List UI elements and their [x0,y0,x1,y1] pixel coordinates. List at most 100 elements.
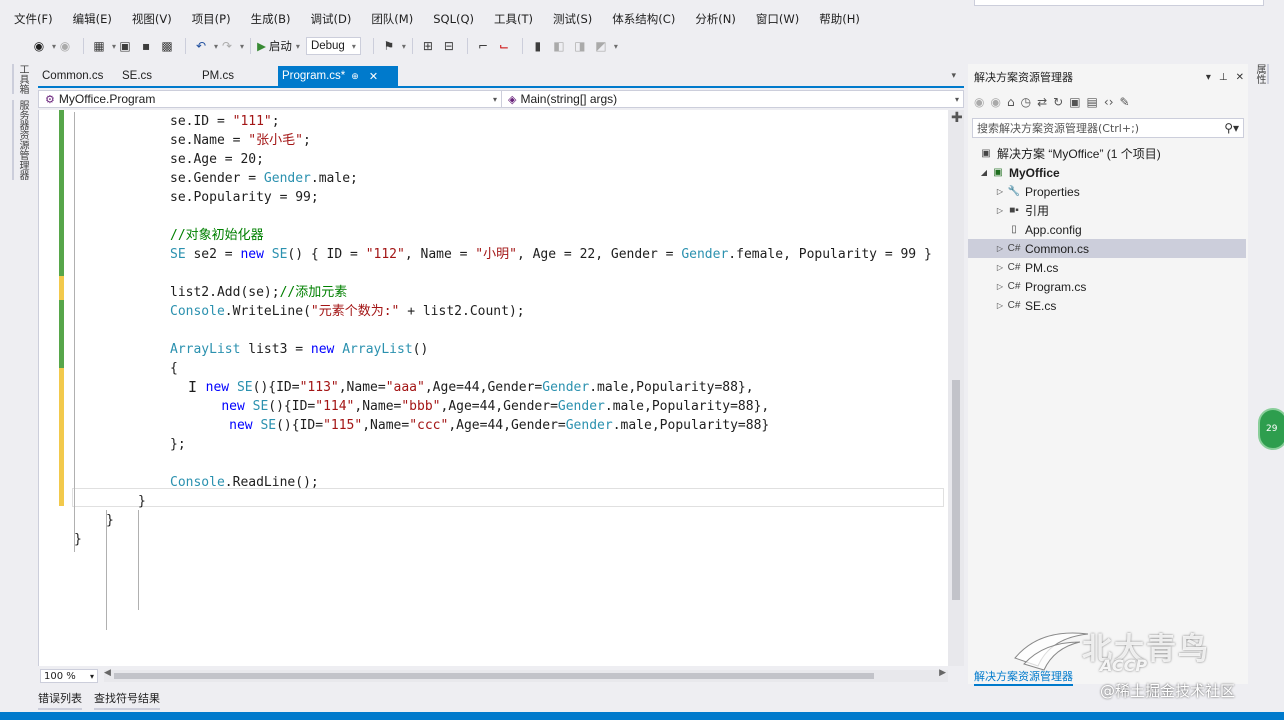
code-area[interactable]: se.ID = "111"; se.Name = "张小毛"; se.Age = 2… [70,110,946,666]
find-dropdown-icon[interactable]: ▾ [402,42,406,51]
next-bookmark-icon[interactable]: ◨ [571,36,589,56]
collapsed-icon[interactable]: ▷ [994,244,1006,253]
expanded-icon[interactable]: ◢ [978,168,990,177]
split-icon[interactable]: ✚ [951,110,963,126]
code-line[interactable]: list2.Add(se);//添加元素 [170,283,347,302]
save-icon[interactable]: ▪ [137,36,155,56]
scrollbar-thumb[interactable] [114,673,874,679]
save-all-icon[interactable]: ▩ [158,36,176,56]
collapsed-icon[interactable]: ▷ [994,187,1006,196]
properties-icon[interactable]: ✎ [1120,95,1130,109]
scrollbar-thumb[interactable] [952,380,960,600]
menu-architecture[interactable]: 体系结构(C) [612,11,675,27]
menu-test[interactable]: 测试(S) [553,11,592,27]
redo-icon[interactable]: ↷ [218,36,236,56]
uncomment-icon[interactable]: ⌙ [495,36,513,56]
comment-icon[interactable]: ⌐ [474,36,492,56]
vertical-scrollbar[interactable]: ✚ [948,110,964,666]
code-line[interactable]: new SE(){ID="115",Name="ccc",Age=44,Gend… [190,416,769,435]
refresh-icon[interactable]: ↻ [1053,95,1063,109]
search-icon[interactable]: ⚲▾ [1224,121,1239,135]
view-code-icon[interactable]: ‹› [1104,95,1114,109]
code-line[interactable]: se.Popularity = 99; [170,188,319,207]
search-input[interactable]: 搜索解决方案资源管理器(Ctrl+;) ⚲▾ [972,118,1244,138]
menu-file[interactable]: 文件(F) [14,11,53,27]
tab-error-list[interactable]: 错误列表 [38,690,82,710]
redo-dropdown-icon[interactable]: ▾ [240,42,244,51]
pending-changes-icon[interactable]: ◷ [1021,95,1031,109]
menu-edit[interactable]: 编辑(E) [73,11,112,27]
code-line[interactable]: { [170,359,178,378]
horizontal-scrollbar[interactable]: ◀ ▶ [104,668,948,682]
code-line[interactable]: } [74,530,82,549]
forward-icon[interactable]: ◉ [56,36,74,56]
menu-sql[interactable]: SQL(Q) [433,12,474,26]
code-line[interactable]: new SE(){ID="114",Name="bbb",Age=44,Gend… [190,397,769,416]
tree-item-project[interactable]: ◢ ▣ MyOffice [968,163,1246,182]
toolbox-tab[interactable]: 工具箱 [12,64,30,94]
scroll-right-icon[interactable]: ▶ [939,668,946,678]
menu-analyze[interactable]: 分析(N) [695,11,736,27]
tree-item-common-cs[interactable]: ▷ C# Common.cs [968,239,1246,258]
server-explorer-tab[interactable]: 服务器资源管理器 [12,100,30,180]
new-project-icon[interactable]: ▦ [90,36,108,56]
code-line[interactable]: Console.WriteLine("元素个数为:" + list2.Count… [170,302,525,321]
sync-icon[interactable]: ⇄ [1037,95,1047,109]
notification-badge[interactable]: 29 [1258,408,1284,450]
prev-bookmark-icon[interactable]: ◧ [550,36,568,56]
pin-icon[interactable]: ⊕ [351,71,359,82]
tree-item-pm-cs[interactable]: ▷ C# PM.cs [968,258,1246,277]
chevron-down-icon[interactable]: ▾ [1206,72,1211,83]
menu-build[interactable]: 生成(B) [251,11,291,27]
menu-help[interactable]: 帮助(H) [819,11,860,27]
class-dropdown[interactable]: ⚙ MyOffice.Program ▾ [39,91,502,107]
collapsed-icon[interactable]: ▷ [994,301,1006,310]
code-line[interactable]: se.Age = 20; [170,150,264,169]
collapsed-icon[interactable]: ▷ [994,282,1006,291]
menu-view[interactable]: 视图(V) [132,11,172,27]
close-icon[interactable]: ✕ [1236,72,1244,83]
tab-find-symbol-results[interactable]: 查找符号结果 [94,690,160,710]
scroll-left-icon[interactable]: ◀ [104,668,111,678]
pin-icon[interactable]: ⊥ [1219,72,1228,83]
code-line[interactable]: } [138,492,146,511]
layout-icon[interactable]: ⊟ [440,36,458,56]
code-line[interactable]: se.ID = "111"; [170,112,280,131]
tab-se-cs[interactable]: SE.cs [118,66,198,86]
tree-item-program-cs[interactable]: ▷ C# Program.cs [968,277,1246,296]
bookmark-icon[interactable]: ▮ [529,36,547,56]
collapsed-icon[interactable]: ▷ [994,263,1006,272]
clear-bookmarks-icon[interactable]: ◩ [592,36,610,56]
start-dropdown-icon[interactable]: ▾ [296,42,300,51]
tab-common-cs[interactable]: Common.cs [38,66,118,86]
tree-item-app-config[interactable]: ▯ App.config [968,220,1246,239]
start-debugging-button[interactable]: ▶ 启动 ▾ [257,38,300,54]
menu-debug[interactable]: 调试(D) [310,11,351,27]
menu-window[interactable]: 窗口(W) [756,11,799,27]
back-icon[interactable]: ◉ [30,36,48,56]
toolbar-overflow-icon[interactable]: ▾ [614,42,618,51]
tree-item-se-cs[interactable]: ▷ C# SE.cs [968,296,1246,315]
find-icon[interactable]: ⚑ [380,36,398,56]
code-line[interactable]: } [106,511,114,530]
forward-icon[interactable]: ◉ [990,95,1000,109]
tree-item-properties[interactable]: ▷ 🔧 Properties [968,182,1246,201]
tab-overflow-icon[interactable]: ▾ [951,71,956,81]
code-line[interactable]: se.Gender = Gender.male; [170,169,358,188]
code-line[interactable]: SE se2 = new SE() { ID = "112", Name = "… [170,245,932,264]
properties-tab[interactable]: 属性 [1252,64,1269,84]
code-line[interactable]: new SE(){ID="113",Name="aaa",Age=44,Gend… [190,378,754,397]
menu-tools[interactable]: 工具(T) [494,11,533,27]
align-icon[interactable]: ⊞ [419,36,437,56]
tab-pm-cs[interactable]: PM.cs [198,66,278,86]
collapse-all-icon[interactable]: ▣ [1069,95,1080,109]
close-icon[interactable]: ✕ [369,70,378,83]
code-line[interactable]: //对象初始化器 [170,226,264,245]
back-icon[interactable]: ◉ [974,95,984,109]
tree-item-solution[interactable]: ▣ 解决方案 “MyOffice” (1 个项目) [968,144,1246,163]
home-icon[interactable]: ⌂ [1007,95,1015,109]
menu-team[interactable]: 团队(M) [371,11,413,27]
member-dropdown[interactable]: ◈ Main(string[] args) ▾ [502,91,963,107]
menu-project[interactable]: 项目(P) [192,11,231,27]
collapsed-icon[interactable]: ▷ [994,206,1006,215]
